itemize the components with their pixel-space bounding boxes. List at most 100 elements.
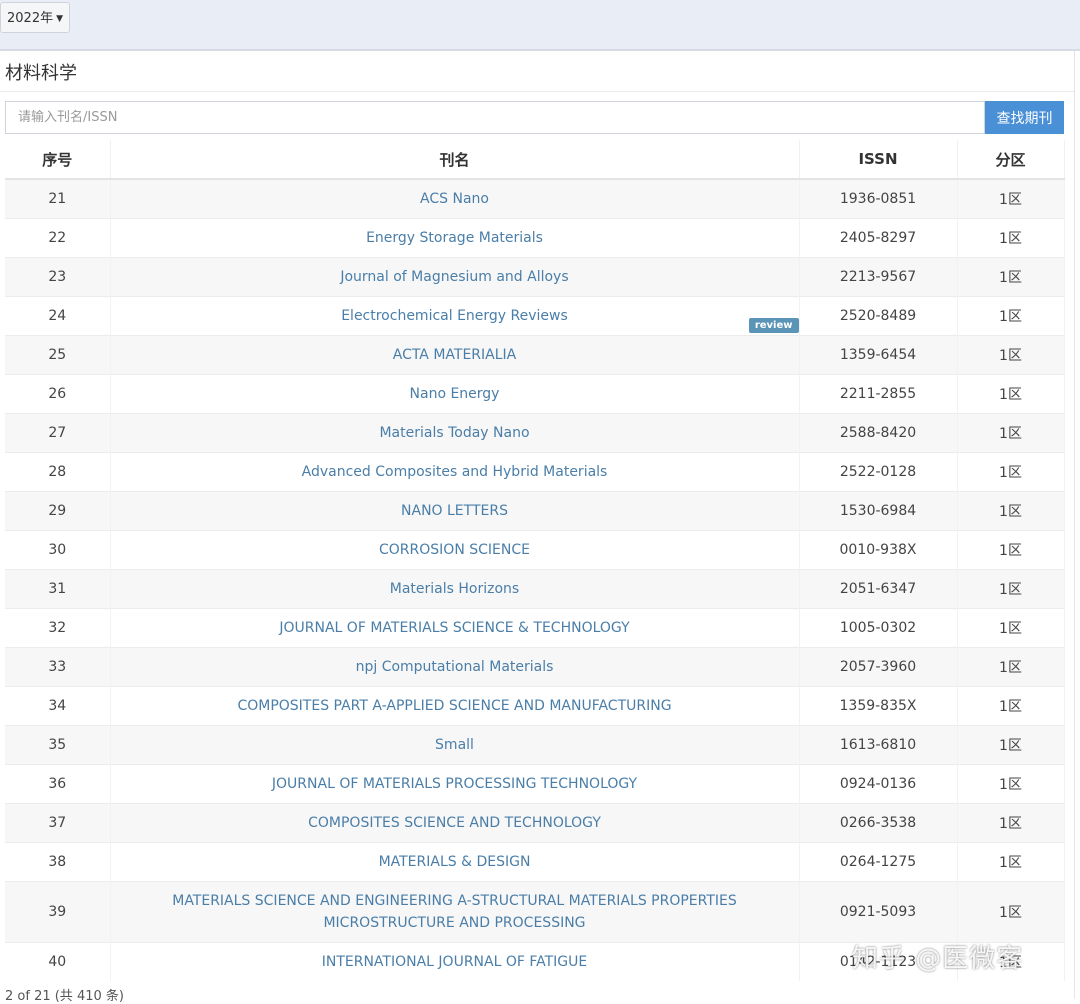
column-header-index: 序号 bbox=[5, 140, 111, 180]
row-journal-cell: Small bbox=[110, 725, 800, 765]
row-journal-cell: NANO LETTERS bbox=[110, 491, 800, 531]
row-journal-cell: Nano Energy bbox=[110, 374, 800, 414]
table-header-row: 序号 刊名 ISSN 分区 bbox=[5, 140, 1065, 180]
journal-name-link[interactable]: Nano Energy bbox=[410, 386, 500, 402]
journal-name-link[interactable]: Electrochemical Energy Reviews bbox=[341, 308, 568, 324]
row-journal-cell: INTERNATIONAL JOURNAL OF FATIGUE bbox=[110, 942, 800, 981]
row-journal-cell: COMPOSITES SCIENCE AND TECHNOLOGY bbox=[110, 803, 800, 843]
journal-name-link[interactable]: ACTA MATERIALIA bbox=[393, 347, 517, 363]
journal-name-link[interactable]: Advanced Composites and Hybrid Materials bbox=[302, 464, 608, 480]
row-journal-cell: ACTA MATERIALIA bbox=[110, 335, 800, 375]
row-zone: 1区 bbox=[957, 491, 1065, 531]
row-index: 32 bbox=[5, 608, 111, 648]
journal-name-link[interactable]: NANO LETTERS bbox=[401, 503, 508, 519]
row-issn: 2405-8297 bbox=[799, 218, 958, 258]
table-row: 27 Materials Today Nano 2588-8420 1区 bbox=[5, 413, 1065, 453]
column-header-name: 刊名 bbox=[110, 140, 800, 180]
row-issn: 0924-0136 bbox=[799, 764, 958, 804]
row-index: 24 bbox=[5, 296, 111, 336]
journal-name-link[interactable]: COMPOSITES SCIENCE AND TECHNOLOGY bbox=[308, 815, 601, 831]
row-journal-cell: Electrochemical Energy Reviews review bbox=[110, 296, 800, 336]
journal-name-link[interactable]: Journal of Magnesium and Alloys bbox=[340, 269, 568, 285]
row-issn: 2211-2855 bbox=[799, 374, 958, 414]
row-index: 22 bbox=[5, 218, 111, 258]
row-issn: 0010-938X bbox=[799, 530, 958, 570]
row-index: 30 bbox=[5, 530, 111, 570]
table-row: 37 COMPOSITES SCIENCE AND TECHNOLOGY 0266-… bbox=[5, 803, 1065, 843]
row-zone: 1区 bbox=[957, 725, 1065, 765]
row-issn: 1613-6810 bbox=[799, 725, 958, 765]
row-issn: 0264-1275 bbox=[799, 842, 958, 882]
row-zone: 1区 bbox=[957, 257, 1065, 297]
review-badge: review bbox=[748, 318, 799, 333]
journal-name-link[interactable]: ACS Nano bbox=[420, 191, 489, 207]
year-dropdown-label: 2022年 bbox=[7, 11, 54, 26]
row-index: 36 bbox=[5, 764, 111, 804]
row-issn: 2057-3960 bbox=[799, 647, 958, 687]
row-issn: 1359-6454 bbox=[799, 335, 958, 375]
row-zone: 1区 bbox=[957, 647, 1065, 687]
journal-name-link[interactable]: Materials Today Nano bbox=[379, 425, 529, 441]
journal-name-link[interactable]: JOURNAL OF MATERIALS PROCESSING TECHNOLO… bbox=[272, 776, 637, 792]
row-issn: 2522-0128 bbox=[799, 452, 958, 492]
panel-title: 材料科学 bbox=[5, 63, 77, 84]
row-journal-cell: JOURNAL OF MATERIALS SCIENCE & TECHNOLOG… bbox=[110, 608, 800, 648]
top-bar: 2022年 ▼ bbox=[0, 0, 1080, 51]
row-issn: 1359-835X bbox=[799, 686, 958, 726]
table-row: 25 ACTA MATERIALIA 1359-6454 1区 bbox=[5, 335, 1065, 375]
journal-name-link[interactable]: CORROSION SCIENCE bbox=[379, 542, 530, 558]
journal-name-link[interactable]: Energy Storage Materials bbox=[366, 230, 543, 246]
pagination-info: 2 of 21 (共 410 条) bbox=[5, 989, 124, 1004]
row-journal-cell: ACS Nano bbox=[110, 178, 800, 219]
row-zone: 1区 bbox=[957, 569, 1065, 609]
row-journal-cell: MATERIALS SCIENCE AND ENGINEERING A-STRU… bbox=[110, 881, 800, 943]
search-journal-button[interactable]: 查找期刊 bbox=[985, 101, 1064, 134]
row-zone: 1区 bbox=[957, 842, 1065, 882]
row-zone: 1区 bbox=[957, 296, 1065, 336]
row-zone: 1区 bbox=[957, 218, 1065, 258]
journal-search-input[interactable] bbox=[5, 101, 985, 134]
journal-name-link[interactable]: MATERIALS SCIENCE AND ENGINEERING A-STRU… bbox=[172, 893, 737, 931]
table-row: 32 JOURNAL OF MATERIALS SCIENCE & TECHNOL… bbox=[5, 608, 1065, 648]
table-row: 28 Advanced Composites and Hybrid Materia… bbox=[5, 452, 1065, 492]
row-zone: 1区 bbox=[957, 452, 1065, 492]
row-issn: 2588-8420 bbox=[799, 413, 958, 453]
journal-table-body: 21 ACS Nano 1936-0851 1区 22 Energy Storage Ma… bbox=[5, 178, 1065, 981]
row-journal-cell: npj Computational Materials bbox=[110, 647, 800, 687]
journal-name-link[interactable]: Materials Horizons bbox=[390, 581, 519, 597]
row-journal-cell: MATERIALS & DESIGN bbox=[110, 842, 800, 882]
row-index: 33 bbox=[5, 647, 111, 687]
row-index: 28 bbox=[5, 452, 111, 492]
journal-name-link[interactable]: INTERNATIONAL JOURNAL OF FATIGUE bbox=[322, 954, 588, 970]
row-issn: 1530-6984 bbox=[799, 491, 958, 531]
row-index: 29 bbox=[5, 491, 111, 531]
journal-name-link[interactable]: MATERIALS & DESIGN bbox=[379, 854, 531, 870]
row-issn: 2051-6347 bbox=[799, 569, 958, 609]
row-issn: 1005-0302 bbox=[799, 608, 958, 648]
row-zone: 1区 bbox=[957, 413, 1065, 453]
journal-table: 序号 刊名 ISSN 分区 21 ACS Nano 1936-0851 1区 22 Ene… bbox=[5, 140, 1065, 981]
row-issn: 2520-8489 bbox=[799, 296, 958, 336]
table-row: 34 COMPOSITES PART A-APPLIED SCIENCE AND … bbox=[5, 686, 1065, 726]
journal-name-link[interactable]: COMPOSITES PART A-APPLIED SCIENCE AND MA… bbox=[237, 698, 671, 714]
row-journal-cell: Journal of Magnesium and Alloys bbox=[110, 257, 800, 297]
panel-divider bbox=[0, 91, 1074, 92]
journal-name-link[interactable]: npj Computational Materials bbox=[356, 659, 554, 675]
year-dropdown[interactable]: 2022年 ▼ bbox=[0, 2, 70, 33]
row-issn: 1936-0851 bbox=[799, 178, 958, 219]
row-journal-cell: Materials Horizons bbox=[110, 569, 800, 609]
row-index: 39 bbox=[5, 881, 111, 943]
row-journal-cell: JOURNAL OF MATERIALS PROCESSING TECHNOLO… bbox=[110, 764, 800, 804]
table-row: 36 JOURNAL OF MATERIALS PROCESSING TECHNO… bbox=[5, 764, 1065, 804]
row-index: 38 bbox=[5, 842, 111, 882]
row-issn: 2213-9567 bbox=[799, 257, 958, 297]
table-row: 38 MATERIALS & DESIGN 0264-1275 1区 bbox=[5, 842, 1065, 882]
row-index: 34 bbox=[5, 686, 111, 726]
row-journal-cell: Energy Storage Materials bbox=[110, 218, 800, 258]
table-row: 24 Electrochemical Energy Reviews review 25… bbox=[5, 296, 1065, 336]
caret-down-icon: ▼ bbox=[56, 14, 64, 24]
journal-name-link[interactable]: JOURNAL OF MATERIALS SCIENCE & TECHNOLOG… bbox=[279, 620, 629, 636]
table-row: 22 Energy Storage Materials 2405-8297 1区 bbox=[5, 218, 1065, 258]
journal-name-link[interactable]: Small bbox=[435, 737, 474, 753]
table-row: 39 MATERIALS SCIENCE AND ENGINEERING A-ST… bbox=[5, 881, 1065, 943]
